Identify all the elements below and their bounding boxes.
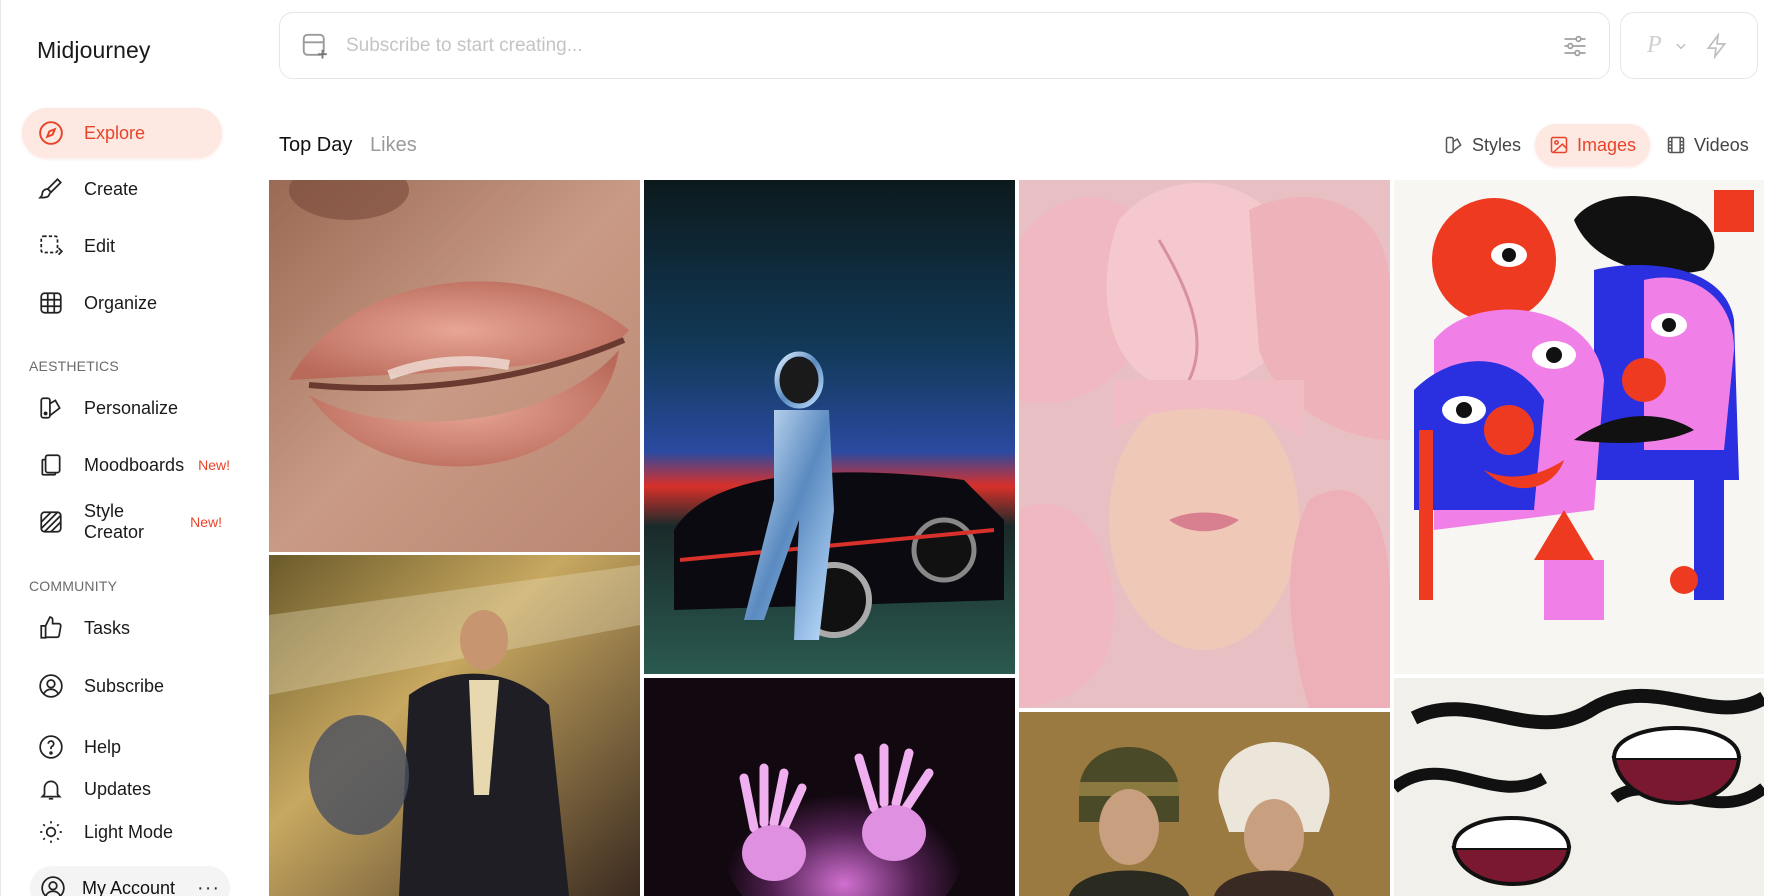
nav-label: Edit — [84, 235, 116, 256]
nav-item-subscribe[interactable]: Subscribe — [22, 661, 222, 711]
nav-item-explore[interactable]: Explore — [22, 108, 222, 158]
film-icon — [1666, 135, 1686, 155]
new-badge: New! — [190, 514, 222, 530]
grid-icon — [38, 290, 64, 316]
nav-item-personalize[interactable]: Personalize — [22, 383, 222, 433]
thumbs-up-icon — [38, 615, 64, 641]
gallery-image-illustrated-poster[interactable] — [1394, 180, 1764, 674]
nav-label: Personalize — [84, 397, 179, 418]
nav-label: Help — [84, 736, 122, 757]
nav-item-style-creator[interactable]: Style Creator New! — [22, 497, 222, 547]
more-options-icon[interactable]: ··· — [197, 877, 220, 896]
nav-item-edit[interactable]: Edit — [22, 221, 222, 271]
style-creator-icon — [38, 509, 64, 535]
filter-images[interactable]: Images — [1535, 124, 1651, 166]
account-label: My Account — [82, 877, 176, 896]
tab-top-day[interactable]: Top Day — [279, 134, 352, 157]
gallery-image-blurred-man-running[interactable] — [269, 555, 640, 896]
nav-item-light-mode[interactable]: Light Mode — [22, 807, 222, 857]
gallery-image-glowing-hands[interactable] — [644, 678, 1015, 896]
filter-label: Videos — [1694, 134, 1749, 155]
nav-label: Subscribe — [84, 675, 165, 696]
personalization-mode: P — [1647, 32, 1662, 58]
compass-icon — [38, 120, 64, 146]
moodboard-icon — [38, 452, 64, 478]
gallery-image-wine-glasses-illustration[interactable] — [1394, 678, 1764, 896]
filter-label: Styles — [1472, 134, 1522, 155]
nav-label: Updates — [84, 778, 152, 799]
nav-item-create[interactable]: Create — [22, 164, 222, 214]
nav-label: Light Mode — [84, 821, 174, 842]
nav-item-moodboards[interactable]: Moodboards New! — [22, 440, 230, 490]
nav-label: Explore — [84, 122, 146, 143]
nav-label: Style Creator — [84, 501, 145, 542]
my-account-button[interactable]: My Account ··· — [30, 866, 230, 896]
image-icon — [1549, 135, 1569, 155]
bell-icon — [38, 776, 64, 802]
gallery-image-chrome-astronaut-car[interactable] — [644, 180, 1015, 674]
palette-icon — [38, 395, 64, 421]
gallery-image-pink-tulip-face[interactable] — [1019, 180, 1390, 708]
add-image-icon[interactable] — [300, 31, 330, 61]
nav-item-organize[interactable]: Organize — [22, 278, 222, 328]
prompt-input[interactable] — [346, 34, 1561, 57]
paintbrush-icon — [38, 176, 64, 202]
nav-label: Moodboards — [84, 454, 185, 475]
section-label-community: COMMUNITY — [29, 578, 118, 594]
help-icon — [38, 734, 64, 760]
filter-styles[interactable]: Styles — [1430, 124, 1535, 166]
tab-likes[interactable]: Likes — [370, 134, 417, 157]
settings-sliders-icon[interactable] — [1561, 32, 1589, 60]
app-logo[interactable]: Midjourney — [37, 37, 151, 64]
gallery-image-lips-closeup[interactable] — [269, 180, 640, 552]
sidebar: Midjourney Explore Create Edit Organize … — [0, 0, 254, 896]
nav-item-tasks[interactable]: Tasks — [22, 603, 222, 653]
edit-selection-icon — [38, 233, 64, 259]
gallery-image-two-women-hats[interactable] — [1019, 712, 1390, 896]
prompt-bar — [279, 12, 1610, 79]
lightning-icon[interactable] — [1704, 31, 1730, 60]
palette-icon — [1444, 135, 1464, 155]
mode-selector[interactable]: P — [1620, 12, 1758, 79]
user-circle-icon — [38, 673, 64, 699]
nav-label: Tasks — [84, 617, 131, 638]
nav-label: Organize — [84, 292, 158, 313]
section-label-aesthetics: AESTHETICS — [29, 358, 119, 374]
chevron-down-icon — [1674, 39, 1688, 53]
filter-label: Images — [1577, 134, 1637, 155]
nav-label: Create — [84, 178, 139, 199]
user-circle-icon — [40, 875, 66, 896]
sun-icon — [38, 819, 64, 845]
new-badge: New! — [198, 457, 230, 473]
filter-videos[interactable]: Videos — [1652, 124, 1763, 166]
